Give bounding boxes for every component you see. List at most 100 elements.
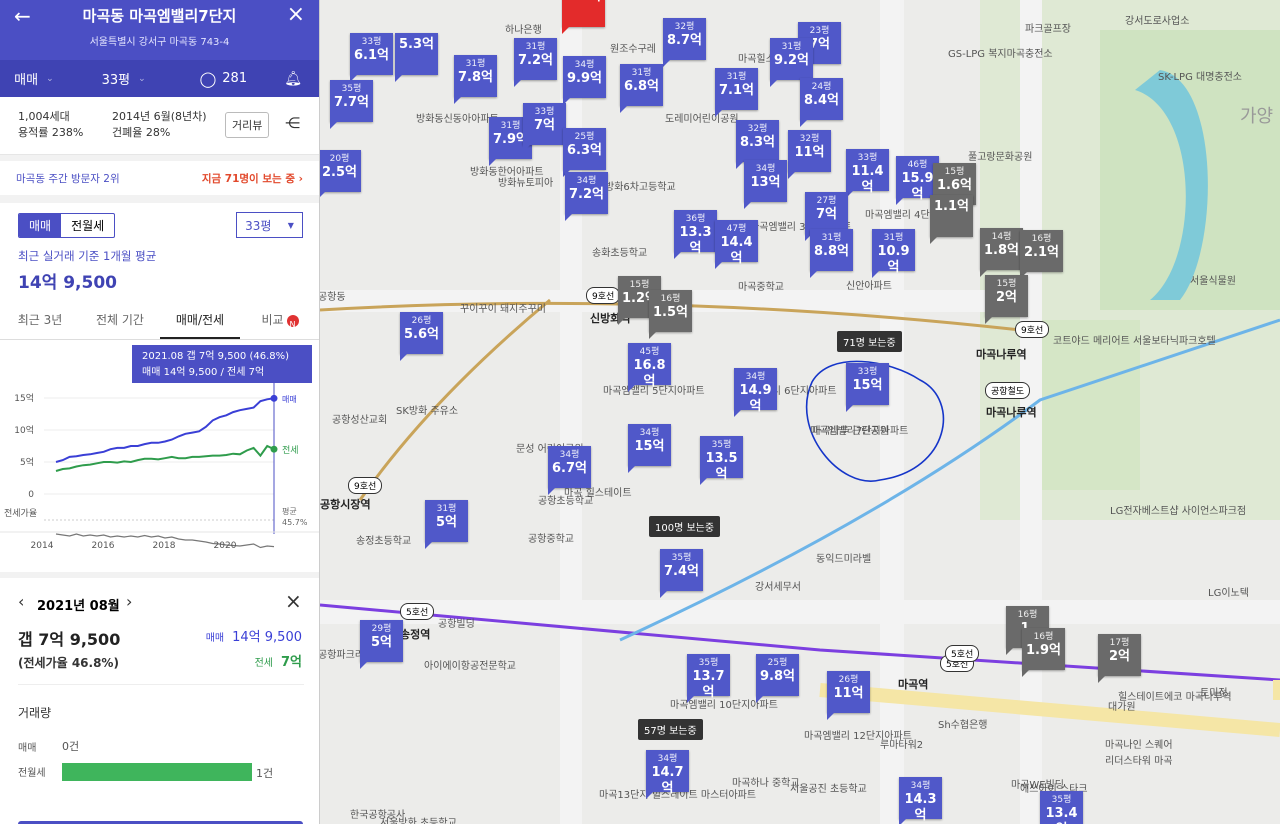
tab-compare-label: 비교	[261, 313, 284, 327]
price-marker[interactable]: 31평 7.8억	[454, 55, 497, 104]
station-label[interactable]: 마곡나루역	[976, 346, 1027, 362]
comment-icon: ◯	[199, 69, 217, 88]
comments-button[interactable]: ◯ 281	[179, 60, 267, 97]
poi-label: 리더스타워 마곡	[1105, 756, 1173, 767]
price-marker[interactable]: 17평 2억	[1098, 634, 1141, 683]
price-marker[interactable]: 31평 7.1억	[715, 68, 758, 117]
price-marker[interactable]: 45평 16.8억	[628, 343, 671, 392]
price-marker[interactable]: 35평 13.7억	[687, 654, 730, 703]
price-marker[interactable]: 5.3억	[395, 33, 438, 82]
marker-price: 13.4억	[1045, 806, 1078, 824]
marker-price: 7.4억	[664, 564, 699, 579]
price-marker[interactable]: 34평 6.7억	[548, 446, 591, 495]
size-select[interactable]: 33평 ▼	[236, 212, 303, 238]
station-label[interactable]: 마곡역	[898, 676, 928, 692]
price-marker[interactable]: 47평 14.4억	[715, 220, 758, 269]
price-marker[interactable]: 36평 13.3억	[674, 210, 717, 259]
station-label[interactable]: 공항철도	[985, 382, 1031, 399]
close-icon[interactable]: ×	[287, 2, 305, 27]
price-marker[interactable]: 25평 9.8억	[756, 654, 799, 703]
price-marker[interactable]: 14평 1.8억	[980, 228, 1023, 277]
price-marker[interactable]: 33평 11.4억	[846, 149, 889, 198]
price-marker[interactable]: 32평 11억	[788, 130, 831, 179]
price-marker[interactable]: 5.2억	[562, 0, 605, 34]
price-marker[interactable]: 34평 14.3억	[899, 777, 942, 824]
average-label: 최근 실거래 기준 1개월 평균	[18, 249, 157, 263]
size-dropdown[interactable]: 33평 ⌄	[68, 60, 180, 97]
tab-all-period[interactable]: 전체 기간	[80, 310, 160, 339]
price-marker[interactable]: 34평 15억	[628, 424, 671, 473]
price-marker[interactable]: 34평 13억	[744, 160, 787, 209]
price-marker[interactable]: 16평 1.9억	[1022, 628, 1065, 677]
price-marker[interactable]: 31평 6.8억	[620, 64, 663, 113]
price-marker[interactable]: 26평 5.6억	[400, 312, 443, 361]
poi-label: 공항중학교	[528, 534, 574, 545]
price-marker[interactable]: 35평 13.5억	[700, 436, 743, 485]
price-marker[interactable]: 31평 9.2억	[770, 38, 813, 87]
share-icon[interactable]: ⋲	[285, 114, 300, 132]
marker-size: 31평	[631, 68, 652, 78]
price-marker[interactable]: 34평 14.7억	[646, 750, 689, 799]
station-label[interactable]: 9호선	[586, 287, 621, 304]
poi-label: 방화동한어아파트	[470, 167, 544, 178]
station-label[interactable]: 송정역	[400, 626, 430, 642]
station-label[interactable]: 9호선	[348, 477, 383, 494]
price-marker[interactable]: 33평 7억	[523, 103, 566, 152]
tab-compare[interactable]: 비교 N	[240, 310, 319, 339]
price-marker[interactable]: 32평 8.7억	[663, 18, 706, 67]
price-marker[interactable]: 31평 7.2억	[514, 38, 557, 87]
price-marker[interactable]: 33평 6.1억	[350, 33, 393, 82]
price-marker[interactable]: 26평 11억	[827, 671, 870, 720]
price-marker[interactable]: 16평 2.1억	[1020, 230, 1063, 279]
map-view[interactable]: 하나은행원조수구레마곡힐스테이트강서도로사업소파크골프장GS-LPG 복지마곡충…	[320, 0, 1280, 824]
marker-size: 31평	[821, 233, 842, 243]
price-marker[interactable]: 16평 1.5억	[649, 290, 692, 339]
tab-jeonse[interactable]: 전월세	[61, 214, 114, 237]
viewing-now: 지금 71명이 보는 중	[201, 172, 296, 185]
station-label[interactable]: 9호선	[1015, 321, 1050, 338]
price-marker[interactable]: 24평 8.4억	[800, 78, 843, 127]
marker-price: 2.5억	[322, 165, 357, 180]
building-coverage: 건폐율 28%	[112, 126, 171, 139]
tab-sale[interactable]: 매매	[19, 214, 62, 237]
marker-price: 6.7억	[552, 461, 587, 476]
price-marker[interactable]: 31평 5억	[425, 500, 468, 549]
price-marker[interactable]: 15평 2억	[985, 275, 1028, 324]
price-marker[interactable]: 1.1억	[930, 195, 973, 244]
price-marker[interactable]: 20평 2.5억	[320, 150, 361, 199]
price-marker[interactable]: 35평 7.4억	[660, 549, 703, 598]
price-marker[interactable]: 31평 10.9억	[872, 229, 915, 278]
visit-banner[interactable]: 마곡동 주간 방문자 2위 지금 71명이 보는 중 ›	[0, 155, 319, 195]
price-marker[interactable]: 34평 14.9억	[734, 368, 777, 417]
station-label[interactable]: 공항시장역	[320, 496, 371, 512]
next-month-icon[interactable]: ›	[126, 592, 132, 611]
price-marker[interactable]: 27평 7억	[805, 192, 848, 241]
marker-size: 14평	[991, 232, 1012, 242]
tab-recent-3y[interactable]: 최근 3년	[0, 310, 80, 339]
built-date: 2014년 6월(8년차)	[112, 110, 207, 123]
price-marker[interactable]: 29평 5억	[360, 620, 403, 669]
notification-button[interactable]: 🔔︎	[267, 60, 319, 97]
deal-type-dropdown[interactable]: 매매 ⌄	[0, 60, 68, 97]
new-badge: N	[286, 314, 299, 329]
price-marker[interactable]: 34평 9.9억	[563, 56, 606, 105]
poi-label: 풀고랑문화공원	[968, 152, 1033, 163]
station-label[interactable]: 5호선	[945, 645, 980, 662]
price-marker[interactable]: 35평13.4억	[1040, 791, 1083, 824]
station-label[interactable]: 5호선	[400, 603, 435, 620]
price-marker[interactable]: 32평 8.3억	[736, 120, 779, 169]
marker-size: 24평	[811, 82, 832, 92]
price-marker[interactable]: 33평 15억	[846, 363, 889, 412]
price-marker[interactable]: 25평 6.3억	[563, 128, 606, 177]
price-marker[interactable]: 35평 7.7억	[330, 80, 373, 129]
price-chart[interactable]: 15억 10억 5억 0 매매전세평균 45.7% 전세가율 2014 2016 2018 2020…	[0, 342, 320, 570]
tab-sale-jeonse[interactable]: 매매/전세	[160, 310, 240, 339]
station-label[interactable]: 마곡나루역	[986, 404, 1037, 420]
poi-label: 꾸이꾸이 돼지주꾸미	[460, 304, 546, 315]
price-marker[interactable]: 34평 7.2억	[565, 172, 608, 221]
prev-month-icon[interactable]: ‹	[18, 592, 24, 611]
close-icon[interactable]: ×	[285, 589, 302, 613]
price-marker[interactable]: 31평 8.8억	[810, 229, 853, 278]
street-view-button[interactable]: 거리뷰	[225, 112, 270, 138]
marker-price: 14.3억	[904, 792, 937, 823]
